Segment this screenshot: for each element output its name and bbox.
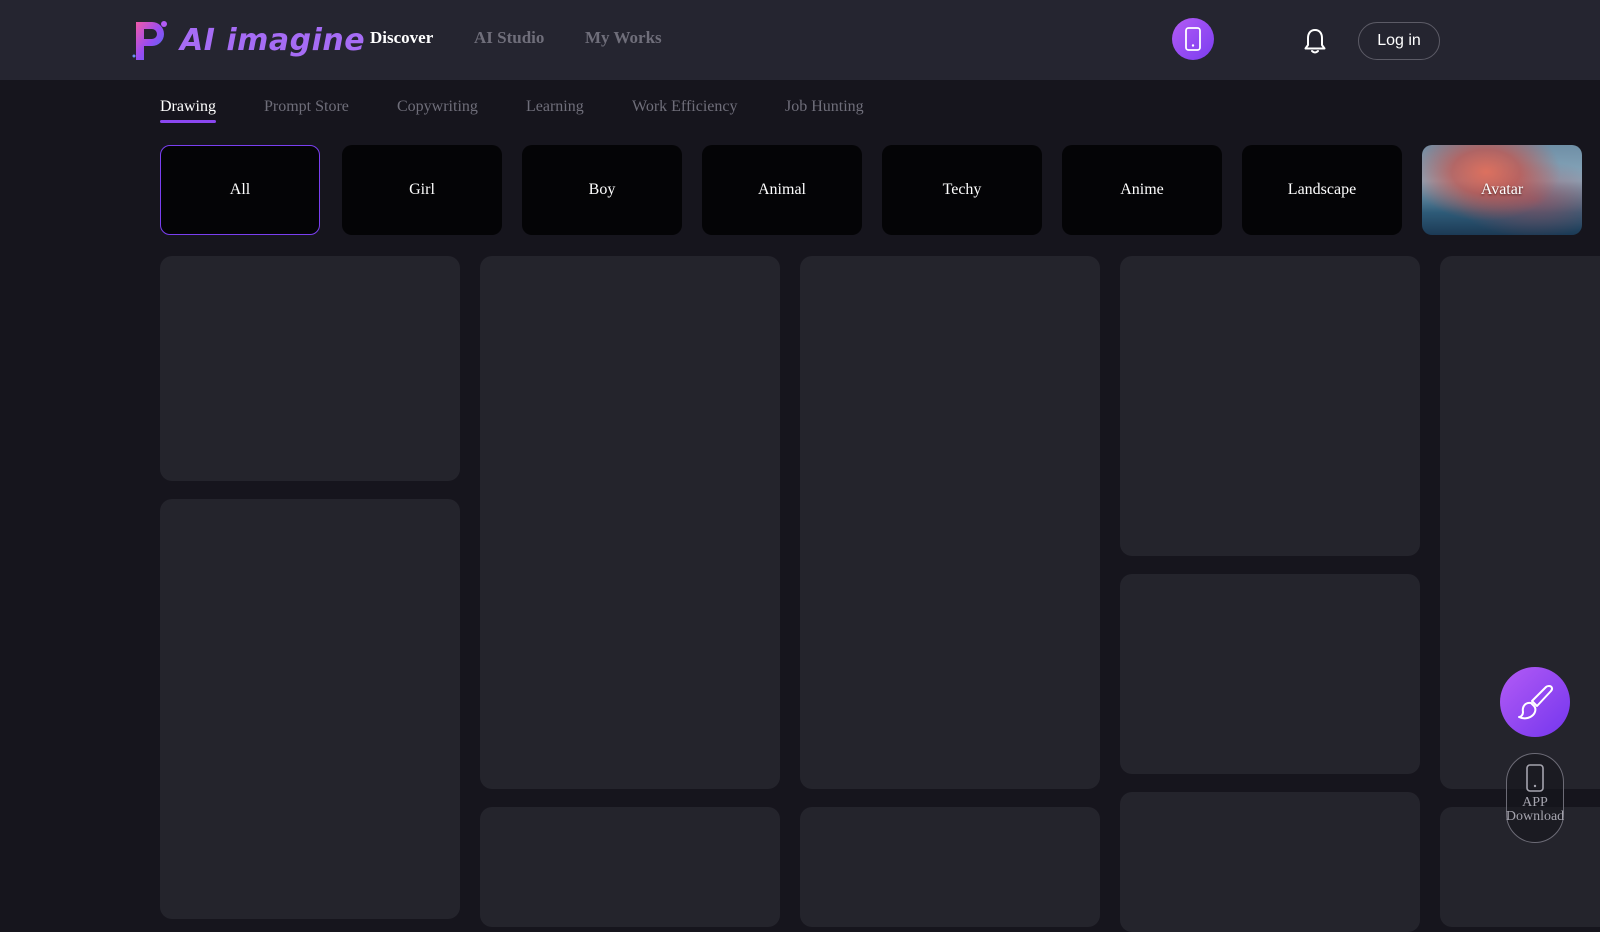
subtab-learning[interactable]: Learning [526,98,584,116]
image-card-placeholder[interactable] [800,256,1100,789]
category-all[interactable]: All [160,145,320,235]
nav-ai-studio[interactable]: AI Studio [474,28,544,48]
app-download-label-line2: Download [1505,809,1565,824]
phone-icon [1185,27,1201,51]
top-bar: AI imagine Discover AI Studio My Works L… [0,0,1600,80]
app-download-label-line1: APP [1522,795,1548,810]
image-card-placeholder[interactable] [800,807,1100,927]
category-avatar-label: Avatar [1480,181,1524,198]
image-card-placeholder[interactable] [1120,792,1420,932]
category-girl[interactable]: Girl [342,145,502,235]
category-techy[interactable]: Techy [882,145,1042,235]
category-anime[interactable]: Anime [1062,145,1222,235]
image-card-placeholder[interactable] [1120,256,1420,556]
subtab-prompt-store[interactable]: Prompt Store [264,98,349,116]
logo[interactable]: AI imagine [130,16,365,64]
image-card-placeholder[interactable] [1120,574,1420,774]
nav-discover[interactable]: Discover [370,28,433,48]
image-card-placeholder[interactable] [480,256,780,789]
logo-icon [132,21,167,60]
category-boy[interactable]: Boy [522,145,682,235]
category-animal[interactable]: Animal [702,145,862,235]
nav-my-works[interactable]: My Works [585,28,662,48]
subtab-work-efficiency[interactable]: Work Efficiency [632,98,737,116]
app-phone-button[interactable] [1172,18,1214,60]
app-download-button[interactable]: APP Download [1506,753,1564,843]
bell-icon[interactable] [1302,27,1328,55]
category-avatar[interactable]: Avatar [1422,145,1582,235]
create-brush-button[interactable] [1500,667,1570,737]
category-landscape[interactable]: Landscape [1242,145,1402,235]
logo-text: AI imagine [180,22,366,58]
brush-icon [1518,685,1554,720]
phone-icon [1526,764,1544,792]
image-card-placeholder[interactable] [160,499,460,919]
image-card-placeholder[interactable] [480,807,780,927]
subtab-job-hunting[interactable]: Job Hunting [785,98,864,116]
login-button[interactable]: Log in [1358,22,1440,60]
subtab-drawing[interactable]: Drawing [160,98,216,123]
subtab-copywriting[interactable]: Copywriting [397,98,478,116]
image-card-placeholder[interactable] [160,256,460,481]
